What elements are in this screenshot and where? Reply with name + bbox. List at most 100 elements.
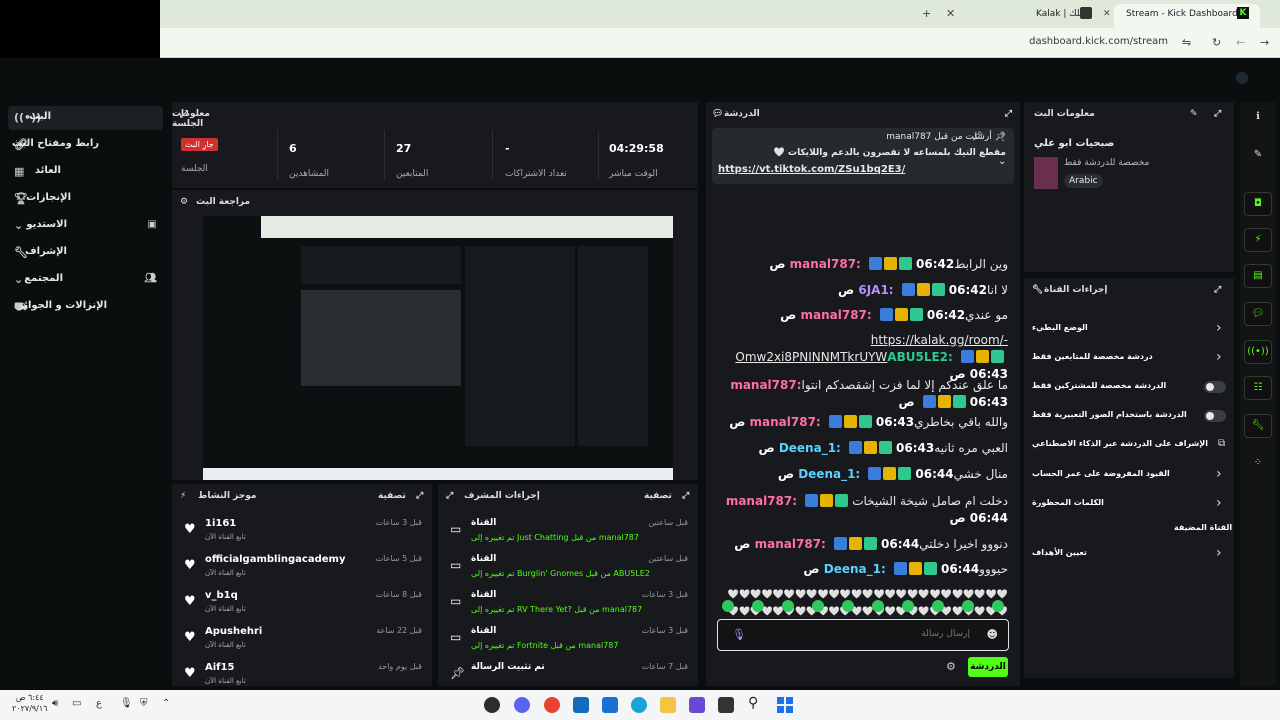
channel-action-item[interactable]: تعيين الأهداف ›: [1024, 543, 1234, 565]
chat-message[interactable]: دنووو اخيرا دخلتيmanal787: 06:44 ص: [718, 536, 1008, 553]
activity-item[interactable]: ♥ v_b1q تابع القناة الآن قبل 8 ساعات: [172, 586, 432, 620]
expand-icon[interactable]: ⤢: [1214, 109, 1221, 119]
sidebar-item-community[interactable]: ⌄ المجتمع 👥︎: [8, 268, 163, 292]
external-link-icon[interactable]: ⧉: [1218, 438, 1225, 449]
language-indicator[interactable]: ع: [96, 698, 102, 709]
chevron-right-icon[interactable]: ›: [1216, 466, 1222, 482]
stream-preview-video[interactable]: [203, 216, 673, 480]
chevron-right-icon[interactable]: ›: [1216, 320, 1222, 336]
chat-settings-icon[interactable]: ⚙: [946, 660, 956, 673]
microphone-icon[interactable]: 🎙︎: [120, 698, 133, 709]
emote-icon[interactable]: [782, 600, 794, 612]
close-tab-icon[interactable]: ✕: [1103, 7, 1111, 21]
mod-action-item[interactable]: ▭ القناة تم تغييره إلى Burglin' Gnomes من …: [438, 550, 698, 584]
activity-item[interactable]: ♥ Apushehri تابع القناة الآن قبل 22 ساعة: [172, 622, 432, 656]
send-chat-button[interactable]: الدردشة: [968, 657, 1008, 677]
emoji-icon[interactable]: ☻: [987, 628, 998, 641]
info-icon[interactable]: ℹ: [1244, 106, 1272, 130]
chat-message[interactable]: وين الرابطmanal787: 06:42 ص: [718, 256, 1008, 273]
microphone-icon[interactable]: 🎙︎: [732, 628, 746, 641]
chat-username[interactable]: manal787:: [800, 308, 875, 322]
edit-icon[interactable]: ✎: [1244, 144, 1272, 168]
forward-icon[interactable]: ←: [1236, 36, 1245, 50]
chat-message[interactable]: حيوووDeena_1: 06:44 ص: [718, 561, 1008, 578]
activity-item[interactable]: ♥ Aif15 تابع القناة الآن قبل يوم واحد: [172, 658, 432, 692]
document-icon[interactable]: ▤: [1244, 264, 1272, 288]
outlook-icon[interactable]: [573, 697, 589, 713]
chat-username[interactable]: 6JA1:: [858, 283, 897, 297]
chat-message[interactable]: والله باقي بخاطريmanal787: 06:43 ص: [718, 414, 1008, 431]
chat-username[interactable]: Deena_1:: [779, 441, 845, 455]
emote-icon[interactable]: [872, 600, 884, 612]
search-icon[interactable]: ⚲: [748, 695, 758, 711]
start-icon[interactable]: [777, 697, 793, 713]
back-icon[interactable]: →: [1260, 36, 1269, 50]
avatar[interactable]: [1236, 72, 1248, 84]
chat-username[interactable]: manal787:: [790, 257, 865, 271]
chat-username[interactable]: Deena_1:: [824, 562, 890, 576]
channel-action-item[interactable]: دردشة مخصصة للمتابعين فقط ›: [1024, 347, 1234, 369]
chrome-icon[interactable]: [544, 697, 560, 713]
emote-icon[interactable]: [962, 600, 974, 612]
channel-action-item[interactable]: الإشراف على الدردشة عبر الذكاء الاصطناعي…: [1024, 434, 1234, 456]
chat-bubble-icon[interactable]: 💬︎: [1244, 302, 1272, 326]
expand-icon[interactable]: ⤢: [416, 491, 423, 501]
emote-icon[interactable]: [722, 600, 734, 612]
chevron-right-icon[interactable]: ›: [1216, 545, 1222, 561]
clock[interactable]: ٦:٤٤ ص ٢٠٢٧/٩/١٦: [12, 692, 47, 714]
mod-action-item[interactable]: 📌︎ تم تثبيت الرسالة قبل 7 ساعات: [438, 658, 698, 692]
expand-icon[interactable]: ⤢: [682, 491, 689, 501]
chat-input-box[interactable]: 🎙︎ إرسال رسالة ☻: [717, 619, 1009, 651]
wrench-icon[interactable]: 🔧︎: [1244, 414, 1272, 438]
emote-icon[interactable]: [932, 600, 944, 612]
chat-username[interactable]: manal787:: [750, 415, 825, 429]
expand-icon[interactable]: ⤢: [1214, 285, 1221, 295]
url-text[interactable]: dashboard.kick.com/stream: [1029, 36, 1168, 47]
site-settings-icon[interactable]: ⇋: [1182, 36, 1191, 50]
chevron-up-icon[interactable]: ⌃: [162, 698, 170, 709]
emote-icon[interactable]: [902, 600, 914, 612]
toggle-switch[interactable]: [1204, 381, 1226, 393]
layout-icon[interactable]: ☷: [1244, 376, 1272, 400]
new-tab-icon[interactable]: +: [922, 7, 931, 21]
filter-button[interactable]: تصفية: [644, 491, 672, 501]
chat-message[interactable]: مو عنديmanal787: 06:42 ص: [718, 307, 1008, 324]
category-thumbnail[interactable]: [1034, 157, 1058, 189]
close-tab-icon[interactable]: ✕: [946, 7, 955, 21]
edit-icon[interactable]: ✎: [1190, 109, 1198, 119]
emote-icon[interactable]: [812, 600, 824, 612]
channel-action-item[interactable]: الدردشة مخصصة للمشتركين فقط: [1024, 376, 1234, 398]
chat-message[interactable]: لا انا6JA1: 06:42 ص: [718, 282, 1008, 299]
chat-message[interactable]: العبي مره ثانيهDeena_1: 06:43 ص: [718, 440, 1008, 457]
security-icon[interactable]: ⛨: [140, 698, 148, 709]
activity-item[interactable]: ♥ officialgamblingacademy تابع القناة الآن…: [172, 550, 432, 584]
widget-icon[interactable]: [689, 697, 705, 713]
activity-item[interactable]: ♥ 1i161 تابع القناة الآن قبل 3 ساعات: [172, 514, 432, 548]
pin-icon[interactable]: 📌︎: [972, 132, 983, 142]
app-icon[interactable]: [484, 697, 500, 713]
chat-username[interactable]: ABU5LE2:: [887, 350, 957, 364]
chat-username[interactable]: Deena_1:: [798, 467, 864, 481]
sidebar-item-studio[interactable]: ⌄ الاستديو ▣: [8, 214, 163, 238]
chat-message[interactable]: https://kalak.gg/room/-Omw2xi8PNINNMTkrU…: [718, 332, 1008, 383]
chat-message[interactable]: دخلت ام صامل شيخة الشيخات manal787: 06:44…: [718, 493, 1008, 527]
emote-icon[interactable]: [752, 600, 764, 612]
taskview-icon[interactable]: [718, 697, 734, 713]
chat-username[interactable]: manal787:: [755, 537, 830, 551]
sidebar-item-drops[interactable]: ⛟ الإنزالات و الجوائز: [8, 295, 163, 319]
mod-action-item[interactable]: ▭ القناة تم تغييره إلى Fortnite من قبل man…: [438, 622, 698, 656]
channel-action-item[interactable]: القيود المفروضة على عمر الحساب ›: [1024, 464, 1234, 486]
sidebar-item-stream[interactable]: ((•)) البث: [8, 106, 163, 130]
chat-message[interactable]: منال خشيDeena_1: 06:44 ص: [718, 466, 1008, 483]
emote-icon[interactable]: [842, 600, 854, 612]
toggle-switch[interactable]: [1204, 410, 1226, 422]
expand-icon[interactable]: ⤢: [1005, 109, 1012, 119]
chat-message[interactable]: ما علق عندكم إلا لما فزت إشقصدكم انتواma…: [718, 377, 1008, 411]
emote-icon[interactable]: [992, 600, 1004, 612]
chevron-right-icon[interactable]: ›: [1216, 349, 1222, 365]
camera-icon[interactable]: ◘: [1244, 192, 1272, 216]
channel-action-item[interactable]: الوضع البطيء ›: [1024, 318, 1234, 340]
sidebar-item-stream-key[interactable]: 🔗︎ رابط ومفتاح البث: [8, 133, 163, 157]
sidebar-item-moderation[interactable]: 🔧︎ الإشراف: [8, 241, 163, 265]
reload-icon[interactable]: ↻: [1212, 36, 1221, 50]
